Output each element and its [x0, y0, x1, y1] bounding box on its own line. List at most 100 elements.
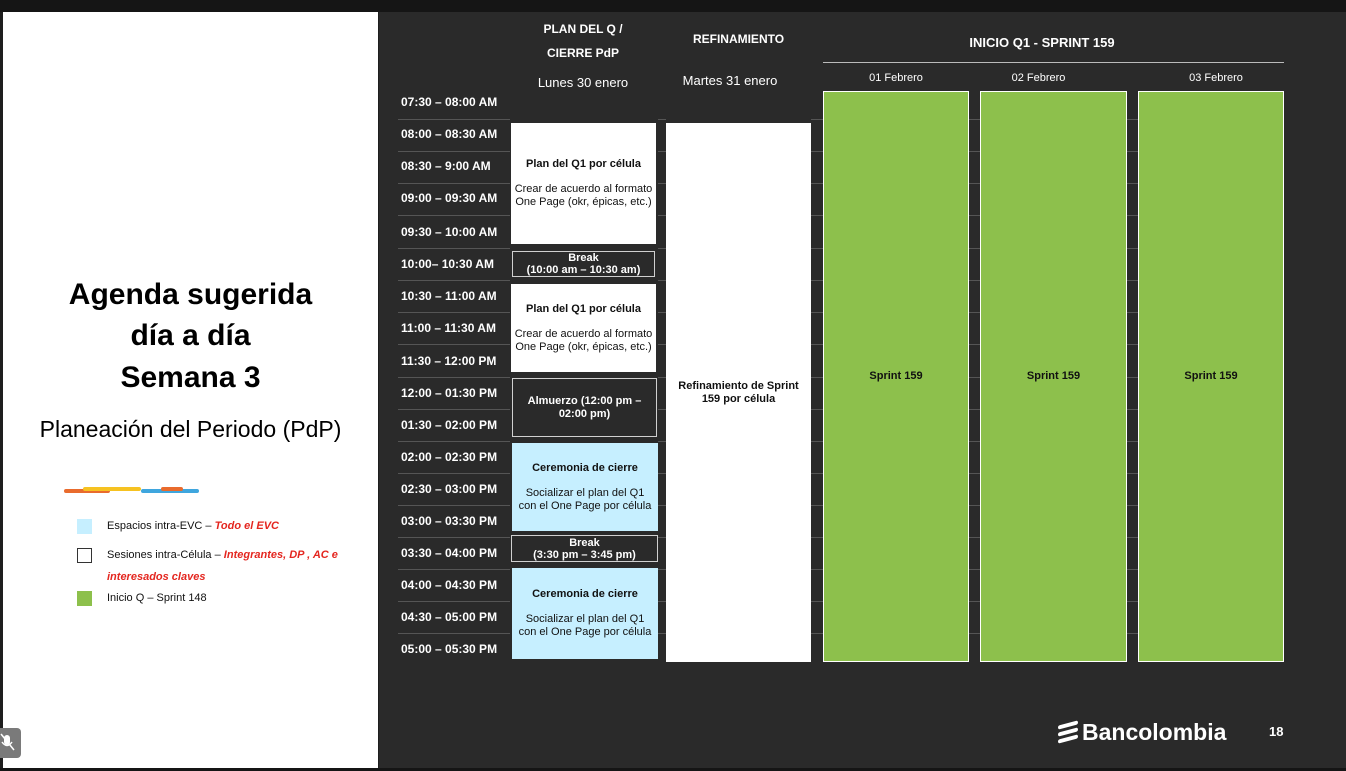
row-divider: [658, 119, 666, 120]
accent-line-orange-2: [161, 487, 183, 491]
row-divider: [811, 183, 823, 184]
block-title: Sprint 159: [1026, 370, 1081, 382]
block-title: Ceremonia de cierre: [532, 588, 638, 600]
header-divider: [823, 62, 1284, 63]
row-divider: [1127, 344, 1138, 345]
row-divider: [1127, 633, 1138, 634]
block-almuerzo[interactable]: Almuerzo (12:00 pm – 02:00 pm): [512, 378, 657, 437]
time-slot-label: 02:00 – 02:30 PM: [401, 450, 498, 464]
time-slot-label: 11:00 – 11:30 AM: [401, 321, 496, 335]
row-divider: [658, 537, 666, 538]
row-divider: [658, 215, 666, 216]
accent-line-yellow: [83, 487, 141, 491]
block-desc: Socializar el plan del Q1 con el One Pag…: [518, 613, 652, 638]
date-header-1: 01 Febrero: [869, 72, 923, 84]
row-divider: [658, 473, 666, 474]
mic-muted-icon[interactable]: [0, 728, 21, 758]
row-divider: [658, 409, 666, 410]
time-slot-label: 08:00 – 08:30 AM: [401, 127, 498, 141]
legend-swatch-sprint: [77, 591, 92, 606]
row-divider: [1127, 248, 1138, 249]
row-divider: [811, 505, 823, 506]
block-plan-q1-late[interactable]: Plan del Q1 por célula Crear de acuerdo …: [511, 284, 656, 372]
row-divider: [658, 441, 666, 442]
row-divider: [969, 248, 980, 249]
window-top-bar: [0, 0, 1346, 12]
time-slot-label: 08:30 – 9:00 AM: [401, 159, 491, 173]
row-divider: [1127, 441, 1138, 442]
block-break-afternoon[interactable]: Break (3:30 pm – 3:45 pm): [511, 535, 658, 562]
row-divider: [969, 183, 980, 184]
row-divider: [969, 377, 980, 378]
row-divider: [1127, 377, 1138, 378]
row-divider: [969, 409, 980, 410]
block-sprint-day-3[interactable]: Sprint 159: [1138, 91, 1284, 662]
block-refinamiento[interactable]: Refinamiento de Sprint 159 por célula: [666, 123, 811, 662]
page-number: 18: [1269, 724, 1284, 739]
row-divider: [398, 473, 510, 474]
row-divider: [811, 248, 823, 249]
row-divider: [398, 377, 510, 378]
row-divider: [811, 473, 823, 474]
header-refinamiento: REFINAMIENTO: [692, 32, 785, 46]
row-divider: [811, 537, 823, 538]
row-divider: [658, 601, 666, 602]
time-slot-label: 04:00 – 04:30 PM: [401, 578, 498, 592]
legend-swatch-celula: [77, 548, 92, 563]
row-divider: [398, 601, 510, 602]
legend-label-sprint: Inicio Q – Sprint 148: [107, 592, 207, 604]
time-slot-label: 05:00 – 05:30 PM: [401, 642, 498, 656]
time-slot-label: 02:30 – 03:00 PM: [401, 482, 498, 496]
row-divider: [969, 151, 980, 152]
block-break-morning[interactable]: Break (10:00 am – 10:30 am): [512, 251, 655, 277]
row-divider: [658, 151, 666, 152]
row-divider: [969, 473, 980, 474]
row-divider: [398, 119, 510, 120]
row-divider: [969, 505, 980, 506]
block-title: Ceremonia de cierre: [532, 461, 638, 474]
row-divider: [658, 505, 666, 506]
row-divider: [398, 569, 510, 570]
row-divider: [1127, 505, 1138, 506]
row-divider: [398, 505, 510, 506]
row-divider: [969, 441, 980, 442]
time-slot-label: 12:00 – 01:30 PM: [401, 386, 498, 400]
row-divider: [969, 312, 980, 313]
block-title: Sprint 159: [1184, 370, 1238, 382]
row-divider: [811, 280, 823, 281]
row-divider: [1127, 215, 1138, 216]
header-inicio-q1: INICIO Q1 - SPRINT 159: [969, 35, 1115, 50]
legend-label-evc: Espacios intra-EVC – Todo el EVC: [107, 520, 279, 532]
block-sprint-day-1[interactable]: Sprint 159: [823, 91, 969, 662]
row-divider: [658, 312, 666, 313]
row-divider: [811, 119, 823, 120]
logo-text: Bancolombia: [1082, 718, 1227, 745]
row-divider: [398, 183, 510, 184]
block-desc: Crear de acuerdo al formato One Page (ok…: [514, 183, 653, 208]
row-divider: [969, 601, 980, 602]
block-ceremonia-cierre-2[interactable]: Ceremonia de cierre Socializar el plan d…: [512, 568, 658, 659]
block-desc: Crear de acuerdo al formato One Page (ok…: [514, 327, 653, 353]
block-plan-q1-morning[interactable]: Plan del Q1 por célula Crear de acuerdo …: [511, 123, 656, 244]
row-divider: [969, 344, 980, 345]
row-divider: [969, 215, 980, 216]
bancolombia-logo-icon: [1058, 720, 1078, 744]
row-divider: [811, 633, 823, 634]
row-divider: [1127, 312, 1138, 313]
row-divider: [811, 151, 823, 152]
row-divider: [658, 377, 666, 378]
block-ceremonia-cierre-1[interactable]: Ceremonia de cierre Socializar el plan d…: [512, 443, 658, 531]
time-slot-label: 03:30 – 04:00 PM: [401, 546, 498, 560]
block-title: Break: [569, 536, 600, 549]
time-slot-label: 10:30 – 11:00 AM: [401, 289, 497, 303]
time-slot-label: 04:30 – 05:00 PM: [401, 610, 498, 624]
row-divider: [658, 248, 666, 249]
header-plan-line2: CIERRE PdP: [546, 46, 619, 60]
row-divider: [811, 441, 823, 442]
block-sprint-day-2[interactable]: Sprint 159: [980, 91, 1127, 662]
row-divider: [811, 377, 823, 378]
time-slot-label: 11:30 – 12:00 PM: [401, 354, 497, 368]
block-title: Break: [568, 252, 599, 264]
row-divider: [398, 312, 510, 313]
legend-swatch-evc: [77, 519, 92, 534]
